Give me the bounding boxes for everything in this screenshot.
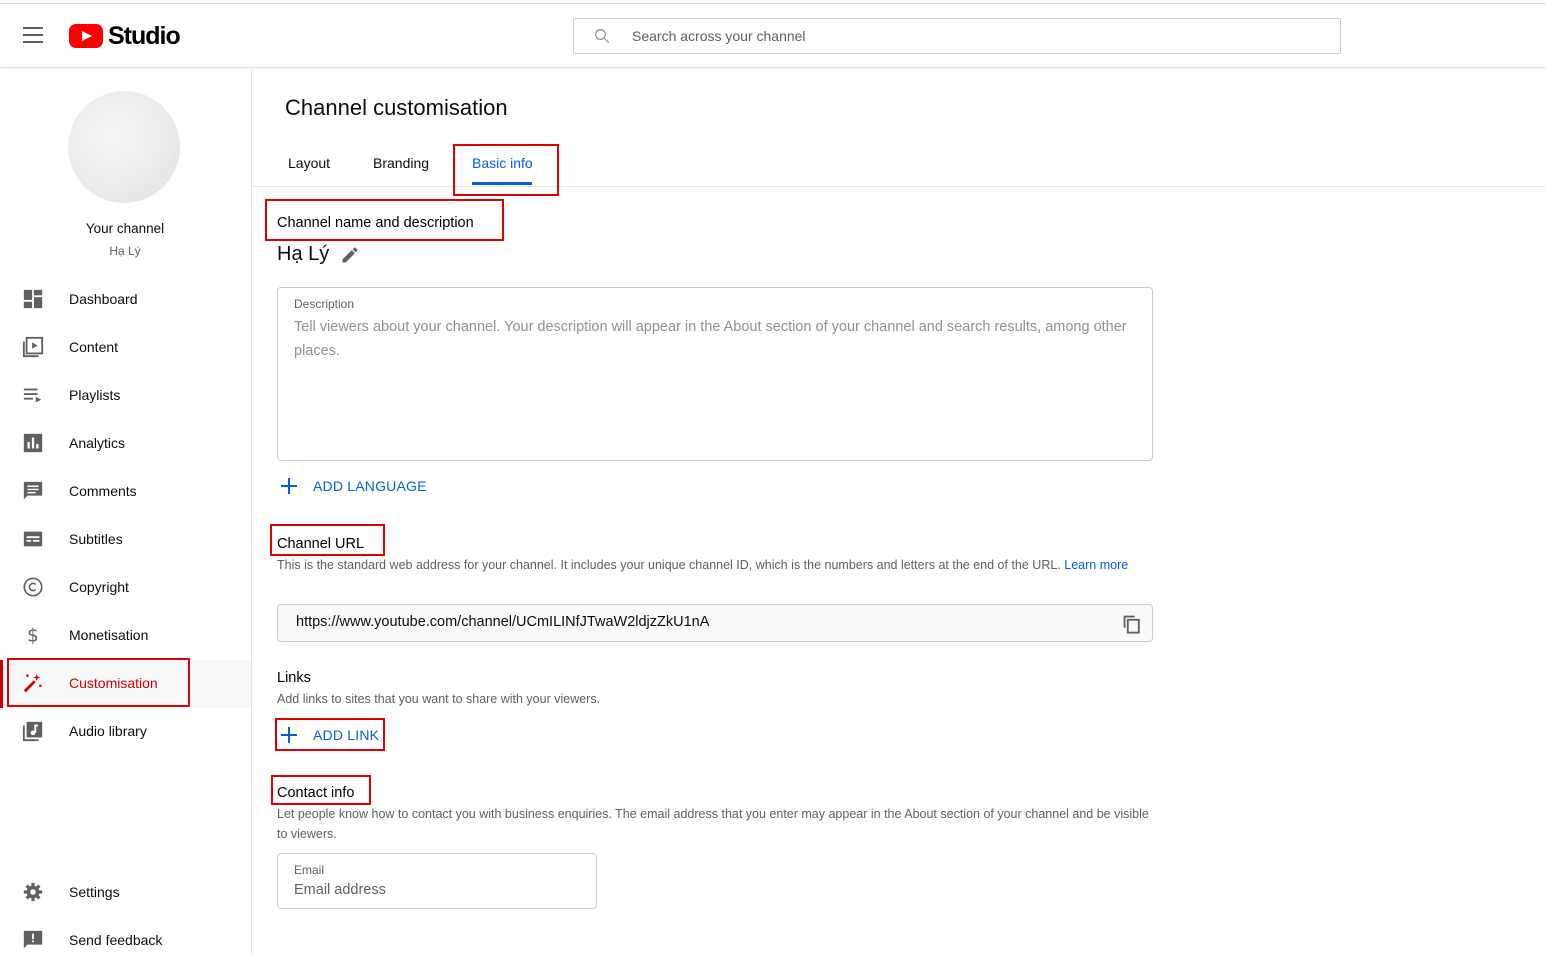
highlight-box <box>270 524 385 556</box>
highlight-box <box>265 199 504 241</box>
description-textarea[interactable]: Description Tell viewers about your chan… <box>277 287 1153 461</box>
sidebar-item-label: Monetisation <box>69 627 149 643</box>
studio-logo[interactable]: Studio <box>69 21 181 50</box>
comments-icon <box>23 481 43 500</box>
sidebar-item-settings[interactable]: Settings <box>0 869 251 917</box>
sidebar-item-label: Audio library <box>69 723 147 739</box>
search-icon[interactable] <box>593 27 611 45</box>
monetisation-icon: $ <box>27 625 39 646</box>
add-language-button[interactable]: ADD LANGUAGE <box>281 478 427 494</box>
email-label: Email <box>294 863 325 877</box>
sidebar-item-copyright[interactable]: Copyright <box>0 564 251 612</box>
logo-text: Studio <box>108 21 181 50</box>
content-icon <box>22 336 44 358</box>
contact-description: Let people know how to contact you with … <box>277 807 1149 841</box>
sidebar-item-label: Content <box>69 339 119 355</box>
hamburger-menu-icon[interactable] <box>23 27 43 43</box>
sidebar-item-audio-library[interactable]: Audio library <box>0 708 251 756</box>
sidebar-item-label: Comments <box>69 483 137 499</box>
sidebar-item-subtitles[interactable]: Subtitles <box>0 516 251 564</box>
plus-icon <box>281 478 297 494</box>
copyright-icon <box>23 577 43 597</box>
sidebar-item-content[interactable]: Content <box>0 324 251 372</box>
add-language-label: ADD LANGUAGE <box>313 478 427 494</box>
highlight-box <box>7 658 190 707</box>
channel-url-description: This is the standard web address for you… <box>277 555 1137 575</box>
links-description: Add links to sites that you want to shar… <box>277 692 601 706</box>
sidebar-item-label: Dashboard <box>69 291 138 307</box>
email-input[interactable] <box>294 882 584 898</box>
highlight-box <box>271 775 371 805</box>
active-indicator <box>0 660 3 708</box>
tabs-divider <box>253 186 1546 187</box>
channel-url-value: https://www.youtube.com/channel/UCmILINf… <box>296 614 710 630</box>
learn-more-link[interactable]: Learn more <box>1064 558 1128 572</box>
search-bar[interactable] <box>573 18 1341 54</box>
search-input[interactable] <box>630 19 1330 53</box>
sidebar-item-label: Analytics <box>69 435 126 451</box>
sidebar-item-dashboard[interactable]: Dashboard <box>0 276 251 324</box>
sidebar-item-comments[interactable]: Comments <box>0 468 251 516</box>
tab-layout[interactable]: Layout <box>288 155 330 171</box>
channel-url-field[interactable]: https://www.youtube.com/channel/UCmILINf… <box>277 604 1153 642</box>
copy-icon[interactable] <box>1120 612 1142 634</box>
sidebar-channel-name: Hạ Lý <box>109 244 141 258</box>
sidebar-item-monetisation[interactable]: $ Monetisation <box>0 612 251 660</box>
subtitles-icon <box>23 531 43 547</box>
audio-library-icon <box>22 721 43 742</box>
channel-name-value: Hạ Lý <box>277 243 330 265</box>
sidebar-item-analytics[interactable]: Analytics <box>0 420 251 468</box>
sidebar: Your channel Hạ Lý Dashboard Content Pla… <box>0 69 252 954</box>
highlight-box <box>275 718 385 751</box>
sidebar-item-label: Copyright <box>69 579 129 595</box>
sidebar-item-send-feedback[interactable]: Send feedback <box>0 917 251 965</box>
sidebar-item-label: Subtitles <box>69 531 123 547</box>
pencil-edit-icon[interactable] <box>340 245 360 265</box>
section-title-links: Links <box>277 670 311 686</box>
gear-icon <box>23 882 43 902</box>
dashboard-icon <box>23 289 43 309</box>
analytics-icon <box>23 433 43 453</box>
email-field[interactable]: Email <box>277 853 597 909</box>
svg-text:$: $ <box>27 625 39 646</box>
description-label: Description <box>294 297 355 311</box>
page-title: Channel customisation <box>285 95 508 120</box>
feedback-icon <box>23 930 43 949</box>
sidebar-item-label: Playlists <box>69 387 121 403</box>
url-description-text: This is the standard web address for you… <box>277 558 1061 572</box>
your-channel-label: Your channel <box>85 221 165 236</box>
description-placeholder: Tell viewers about your channel. Your de… <box>294 319 1127 359</box>
app-header: Studio <box>0 4 1546 68</box>
highlight-box <box>453 144 559 196</box>
sidebar-item-label: Settings <box>69 884 120 900</box>
channel-avatar[interactable] <box>68 91 180 203</box>
sidebar-item-label: Send feedback <box>69 932 163 948</box>
youtube-play-icon <box>69 24 103 48</box>
sidebar-item-playlists[interactable]: Playlists <box>0 372 251 420</box>
tab-branding[interactable]: Branding <box>373 155 429 171</box>
playlists-icon <box>23 388 42 403</box>
